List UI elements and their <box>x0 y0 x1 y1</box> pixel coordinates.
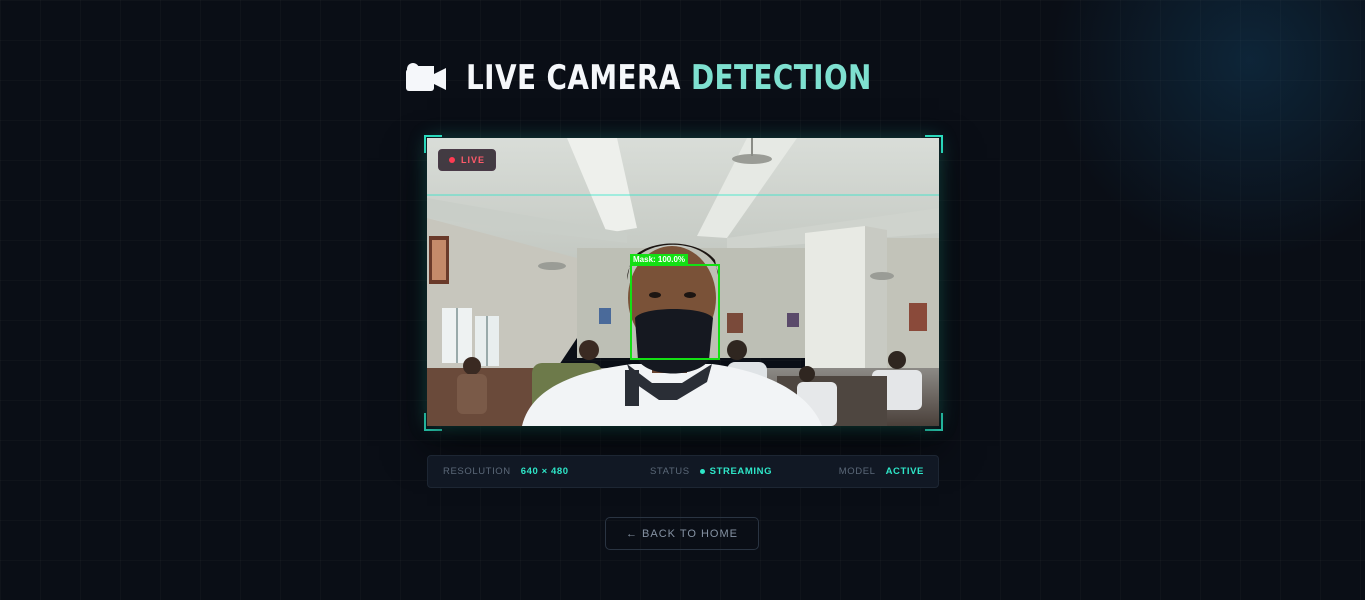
status-stat: STATUS STREAMING <box>650 456 772 487</box>
status-label: STATUS <box>650 466 690 477</box>
back-to-home-button[interactable]: ← BACK TO HOME <box>605 517 759 550</box>
stream-info-bar: RESOLUTION 640 × 480 STATUS STREAMING MO… <box>427 455 939 488</box>
model-value: ACTIVE <box>885 466 924 477</box>
status-value: STREAMING <box>709 466 773 477</box>
detection-bounding-box <box>630 264 720 360</box>
status-dot-icon <box>699 468 705 474</box>
title-accent: DETECTION <box>691 58 872 98</box>
page-header: LIVE CAMERA DETECTION <box>0 58 1365 98</box>
camera-feed: LIVE Mask: 100.0% <box>427 138 939 426</box>
resolution-value: 640 × 480 <box>520 466 569 477</box>
video-camera-icon <box>404 60 448 96</box>
model-label: MODEL <box>838 466 876 477</box>
live-badge-label: LIVE <box>461 155 486 165</box>
title-white: LIVE CAMERA <box>466 58 681 98</box>
page-title: LIVE CAMERA DETECTION <box>466 58 872 98</box>
model-stat: MODEL ACTIVE <box>839 456 924 487</box>
resolution-stat: RESOLUTION 640 × 480 <box>443 456 569 487</box>
live-badge: LIVE <box>438 149 497 171</box>
resolution-label: RESOLUTION <box>443 466 511 477</box>
detection-label: Mask: 100.0% <box>630 254 689 266</box>
status-value-wrap: STREAMING <box>699 466 773 477</box>
live-dot-icon <box>449 157 455 163</box>
